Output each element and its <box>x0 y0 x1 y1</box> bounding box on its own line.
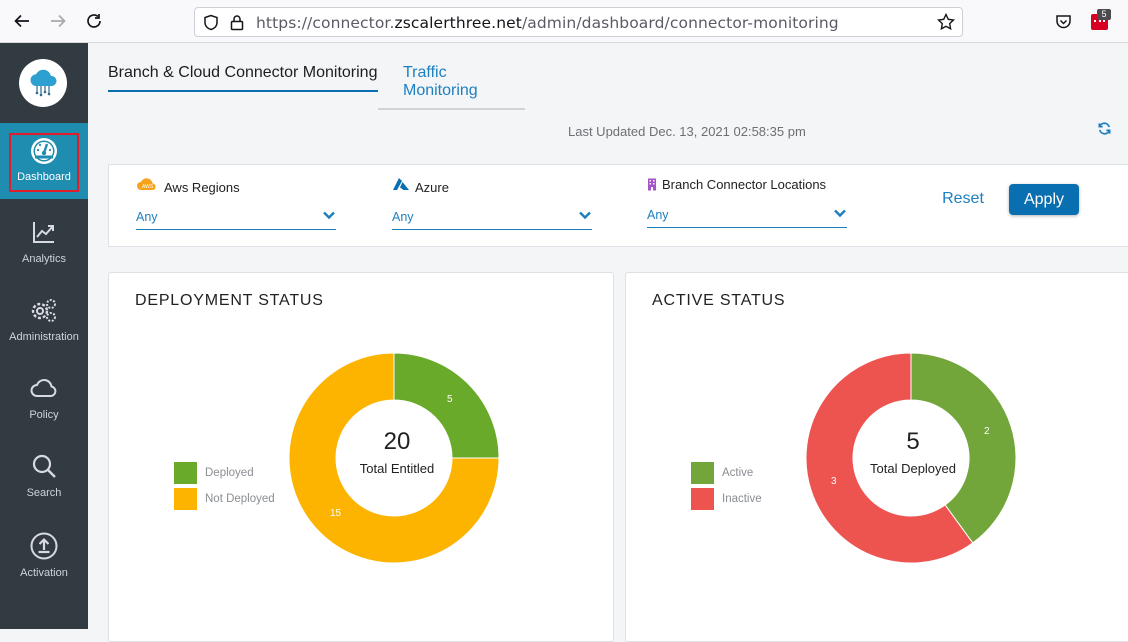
forward-arrow-icon[interactable] <box>47 10 69 32</box>
legend-label: Inactive <box>722 493 762 505</box>
back-arrow-icon[interactable] <box>11 10 33 32</box>
inactive-slice-label: 3 <box>831 476 837 487</box>
azure-select[interactable]: Any <box>392 206 592 230</box>
svg-text:AWS: AWS <box>142 184 154 190</box>
aws-regions-select[interactable]: Any <box>136 206 336 230</box>
legend-label: Deployed <box>205 467 254 479</box>
browser-toolbar: https://connector.zscalerthree.net/admin… <box>0 0 1128 43</box>
cloud-icon <box>30 379 57 397</box>
total-entitled-label: Total Entitled <box>359 461 435 476</box>
lock-icon[interactable] <box>230 14 244 31</box>
legend-swatch <box>691 462 714 484</box>
legend-swatch <box>691 488 714 510</box>
sidebar: Dashboard Analytics Administration Polic… <box>0 43 88 629</box>
branch-connector-locations-select[interactable]: Any <box>647 204 847 228</box>
deployment-donut-chart <box>288 352 500 564</box>
sidebar-item-label: Search <box>26 487 62 499</box>
total-deployed-value: 5 <box>906 428 920 455</box>
url-text[interactable]: https://connector.zscalerthree.net/admin… <box>256 14 839 32</box>
chart-line-icon <box>33 222 54 243</box>
chevron-down-icon <box>579 211 591 220</box>
active-donut-chart <box>805 352 1017 564</box>
legend-label: Active <box>722 467 754 479</box>
aws-regions-label: Aws Regions <box>164 180 240 195</box>
legend-swatch <box>174 488 197 510</box>
shield-icon[interactable] <box>203 14 219 31</box>
sidebar-item-search[interactable]: Search <box>0 439 88 515</box>
azure-icon <box>393 178 409 190</box>
sidebar-item-label: Activation <box>20 567 68 579</box>
sidebar-item-label: Policy <box>29 409 59 421</box>
tab-traffic-monitoring[interactable]: Traffic Monitoring <box>378 64 525 110</box>
total-entitled-value: 20 <box>383 428 411 455</box>
sidebar-item-label: Administration <box>9 331 79 343</box>
azure-label: Azure <box>415 180 449 195</box>
upload-icon <box>30 532 58 560</box>
address-bar[interactable]: https://connector.zscalerthree.net/admin… <box>194 7 963 37</box>
chevron-down-icon <box>834 209 846 218</box>
pocket-icon[interactable] <box>1055 13 1072 30</box>
legend-label: Not Deployed <box>205 493 275 505</box>
aws-icon: AWS <box>137 178 156 190</box>
search-icon <box>32 454 56 478</box>
not-deployed-slice-label: 15 <box>330 508 342 519</box>
gears-icon <box>31 299 56 322</box>
selection-highlight <box>9 133 79 192</box>
tab-branch-cloud-connector-monitoring[interactable]: Branch & Cloud Connector Monitoring <box>108 64 378 92</box>
cloud-logo-icon <box>30 69 57 97</box>
sidebar-item-administration[interactable]: Administration <box>0 283 88 359</box>
deployment-status-title: DEPLOYMENT STATUS <box>135 292 324 309</box>
branch-connector-locations-label: Branch Connector Locations <box>662 177 827 192</box>
reset-button[interactable]: Reset <box>928 184 998 214</box>
sidebar-item-analytics[interactable]: Analytics <box>0 205 88 281</box>
sidebar-item-label: Analytics <box>21 253 67 265</box>
azure-value: Any <box>392 210 414 224</box>
deployed-slice-label: 5 <box>447 394 453 405</box>
active-slice-label: 2 <box>984 426 990 437</box>
extension-badge: 5 <box>1097 9 1111 20</box>
apply-button[interactable]: Apply <box>1009 184 1079 215</box>
branch-connector-locations-value: Any <box>647 208 669 222</box>
total-deployed-label: Total Deployed <box>870 461 956 476</box>
chevron-down-icon <box>323 211 335 220</box>
sidebar-item-policy[interactable]: Policy <box>0 361 88 437</box>
refresh-icon[interactable] <box>1097 121 1112 136</box>
active-status-title: ACTIVE STATUS <box>652 292 786 309</box>
aws-regions-value: Any <box>136 210 158 224</box>
app-logo[interactable] <box>19 59 67 107</box>
last-updated-text: Last Updated Dec. 13, 2021 02:58:35 pm <box>568 124 806 139</box>
legend-swatch <box>174 462 197 484</box>
bookmark-star-icon[interactable] <box>937 13 955 31</box>
building-icon <box>648 178 656 191</box>
sidebar-item-activation[interactable]: Activation <box>0 519 88 595</box>
reload-icon[interactable] <box>83 10 105 32</box>
